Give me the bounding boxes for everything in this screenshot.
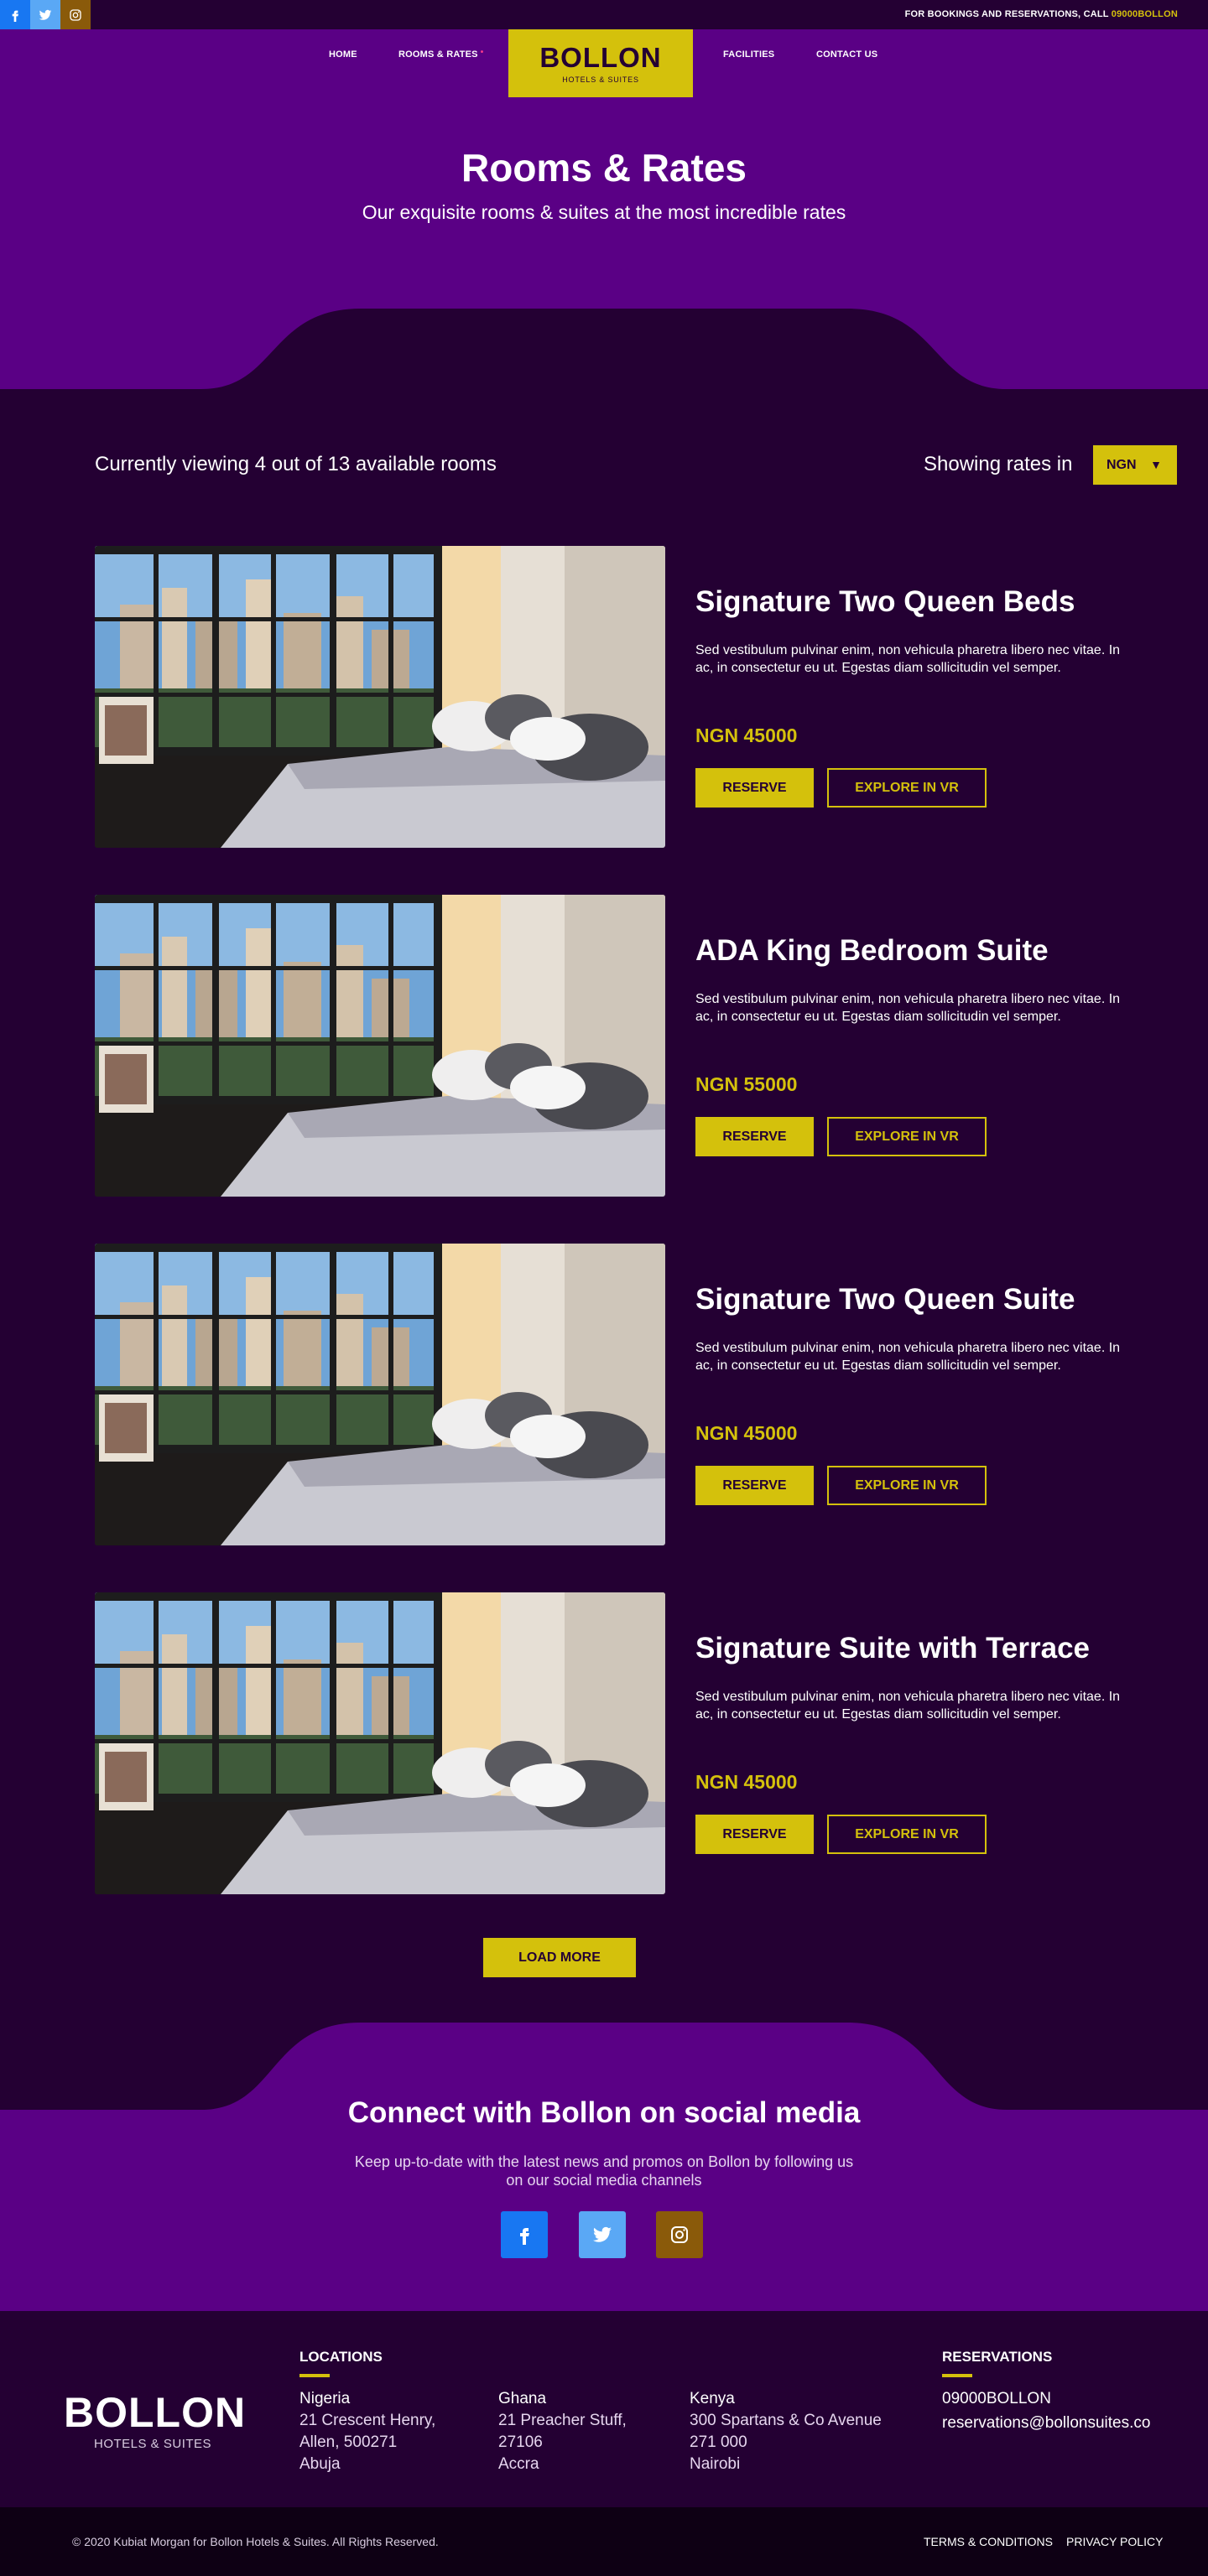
social-section bbox=[0, 2110, 1208, 2311]
reservations-heading: RESERVATIONS bbox=[942, 2349, 1053, 2365]
room-photo bbox=[95, 546, 665, 848]
currency-value: NGN bbox=[1106, 457, 1137, 472]
heading-underline bbox=[942, 2374, 972, 2377]
room-description: Sed vestibulum pulvinar enim, non vehicu… bbox=[695, 1690, 1121, 1722]
logo-subtitle: HOTELS & SUITES bbox=[562, 75, 639, 84]
twitter-button[interactable] bbox=[579, 2211, 626, 2258]
copyright: © 2020 Kubiat Morgan for Bollon Hotels &… bbox=[72, 2535, 439, 2548]
rates-label: Showing rates in bbox=[924, 453, 1073, 475]
location-city: Ghana bbox=[498, 2390, 547, 2407]
explore-vr-button[interactable]: EXPLORE IN VR bbox=[827, 1466, 987, 1505]
twitter-icon bbox=[593, 2226, 612, 2242]
room-price: NGN 45000 bbox=[695, 1771, 798, 1793]
footer-logo-title[interactable]: BOLLON bbox=[64, 2388, 246, 2437]
terms-link[interactable]: TERMS & CONDITIONS bbox=[924, 2535, 1053, 2548]
twitter-icon bbox=[39, 9, 52, 20]
room-title: Signature Two Queen Beds bbox=[695, 585, 1075, 618]
explore-vr-button[interactable]: EXPLORE IN VR bbox=[827, 768, 987, 808]
hero-curve bbox=[0, 309, 1208, 391]
active-indicator: • bbox=[480, 48, 484, 57]
logo-title: BOLLON bbox=[539, 42, 662, 73]
location-line: 27106 bbox=[498, 2433, 543, 2451]
explore-vr-button[interactable]: EXPLORE IN VR bbox=[827, 1117, 987, 1156]
facebook-link[interactable] bbox=[0, 0, 30, 29]
reservation-phone[interactable]: 09000BOLLON bbox=[942, 2390, 1051, 2408]
room-price: NGN 45000 bbox=[695, 724, 798, 746]
booking-text: FOR BOOKINGS AND RESERVATIONS, CALL bbox=[904, 9, 1112, 19]
location-city: Kenya bbox=[690, 2390, 735, 2407]
booking-info: FOR BOOKINGS AND RESERVATIONS, CALL 0900… bbox=[905, 9, 1178, 19]
room-photo bbox=[95, 1244, 665, 1545]
nav-facilities[interactable]: FACILITIES bbox=[723, 49, 774, 60]
footer-logo-subtitle: HOTELS & SUITES bbox=[94, 2437, 212, 2451]
load-more-button[interactable]: LOAD MORE bbox=[483, 1938, 636, 1977]
instagram-icon bbox=[671, 2226, 688, 2243]
nav-rooms-rates-label: ROOMS & RATES bbox=[398, 49, 478, 60]
room-image[interactable] bbox=[95, 1244, 665, 1545]
location-line: Nairobi bbox=[690, 2455, 741, 2473]
page-subtitle: Our exquisite rooms & suites at the most… bbox=[362, 201, 846, 223]
room-title: Signature Suite with Terrace bbox=[695, 1632, 1091, 1665]
locations-heading: LOCATIONS bbox=[299, 2349, 383, 2365]
location-line: Accra bbox=[498, 2455, 539, 2473]
room-price: NGN 45000 bbox=[695, 1422, 798, 1444]
social-title: Connect with Bollon on social media bbox=[347, 2096, 861, 2129]
room-price: NGN 55000 bbox=[695, 1073, 798, 1095]
instagram-button[interactable] bbox=[656, 2211, 703, 2258]
room-description: Sed vestibulum pulvinar enim, non vehicu… bbox=[695, 1341, 1121, 1373]
room-image[interactable] bbox=[95, 1592, 665, 1894]
reserve-button[interactable]: RESERVE bbox=[695, 1815, 814, 1854]
top-bar: FOR BOOKINGS AND RESERVATIONS, CALL 0900… bbox=[0, 0, 1208, 29]
instagram-icon bbox=[70, 8, 81, 21]
location-line: 271 000 bbox=[690, 2433, 747, 2451]
room-photo bbox=[95, 1592, 665, 1894]
room-photo bbox=[95, 895, 665, 1197]
facebook-button[interactable] bbox=[501, 2211, 548, 2258]
room-image[interactable] bbox=[95, 895, 665, 1197]
location-line: 21 Preacher Stuff, bbox=[498, 2412, 627, 2429]
booking-phone[interactable]: 09000BOLLON bbox=[1112, 9, 1178, 19]
room-image[interactable] bbox=[95, 546, 665, 848]
location-city: Nigeria bbox=[299, 2390, 351, 2407]
room-title: ADA King Bedroom Suite bbox=[695, 934, 1049, 967]
room-title: Signature Two Queen Suite bbox=[695, 1283, 1075, 1316]
privacy-link[interactable]: PRIVACY POLICY bbox=[1066, 2535, 1163, 2548]
nav-home[interactable]: HOME bbox=[329, 49, 357, 60]
twitter-link[interactable] bbox=[30, 0, 60, 29]
room-description: Sed vestibulum pulvinar enim, non vehicu… bbox=[695, 643, 1121, 675]
reserve-button[interactable]: RESERVE bbox=[695, 1117, 814, 1156]
explore-vr-button[interactable]: EXPLORE IN VR bbox=[827, 1815, 987, 1854]
heading-underline bbox=[299, 2374, 330, 2377]
reserve-button[interactable]: RESERVE bbox=[695, 1466, 814, 1505]
instagram-link[interactable] bbox=[60, 0, 91, 29]
room-description: Sed vestibulum pulvinar enim, non vehicu… bbox=[695, 992, 1121, 1024]
caret-down-icon: ▼ bbox=[1150, 458, 1162, 471]
nav-contact[interactable]: CONTACT US bbox=[816, 49, 877, 60]
location-line: Allen, 500271 bbox=[299, 2433, 398, 2451]
social-subtitle: Keep up-to-date with the latest news and… bbox=[354, 2153, 854, 2189]
facebook-icon bbox=[520, 2228, 529, 2245]
header-logo[interactable]: BOLLON HOTELS & SUITES bbox=[508, 29, 693, 97]
reserve-button[interactable]: RESERVE bbox=[695, 768, 814, 808]
room-count: Currently viewing 4 out of 13 available … bbox=[95, 453, 497, 475]
location-line: Abuja bbox=[299, 2455, 341, 2473]
facebook-icon bbox=[12, 10, 18, 22]
reservation-email[interactable]: reservations@bollonsuites.co bbox=[942, 2414, 1150, 2433]
location-line: 300 Spartans & Co Avenue bbox=[690, 2412, 882, 2429]
currency-select[interactable]: NGN ▼ bbox=[1093, 445, 1177, 485]
nav-rooms-rates[interactable]: ROOMS & RATES • bbox=[398, 48, 484, 60]
page-title: Rooms & Rates bbox=[461, 146, 747, 190]
location-line: 21 Crescent Henry, bbox=[299, 2412, 436, 2429]
